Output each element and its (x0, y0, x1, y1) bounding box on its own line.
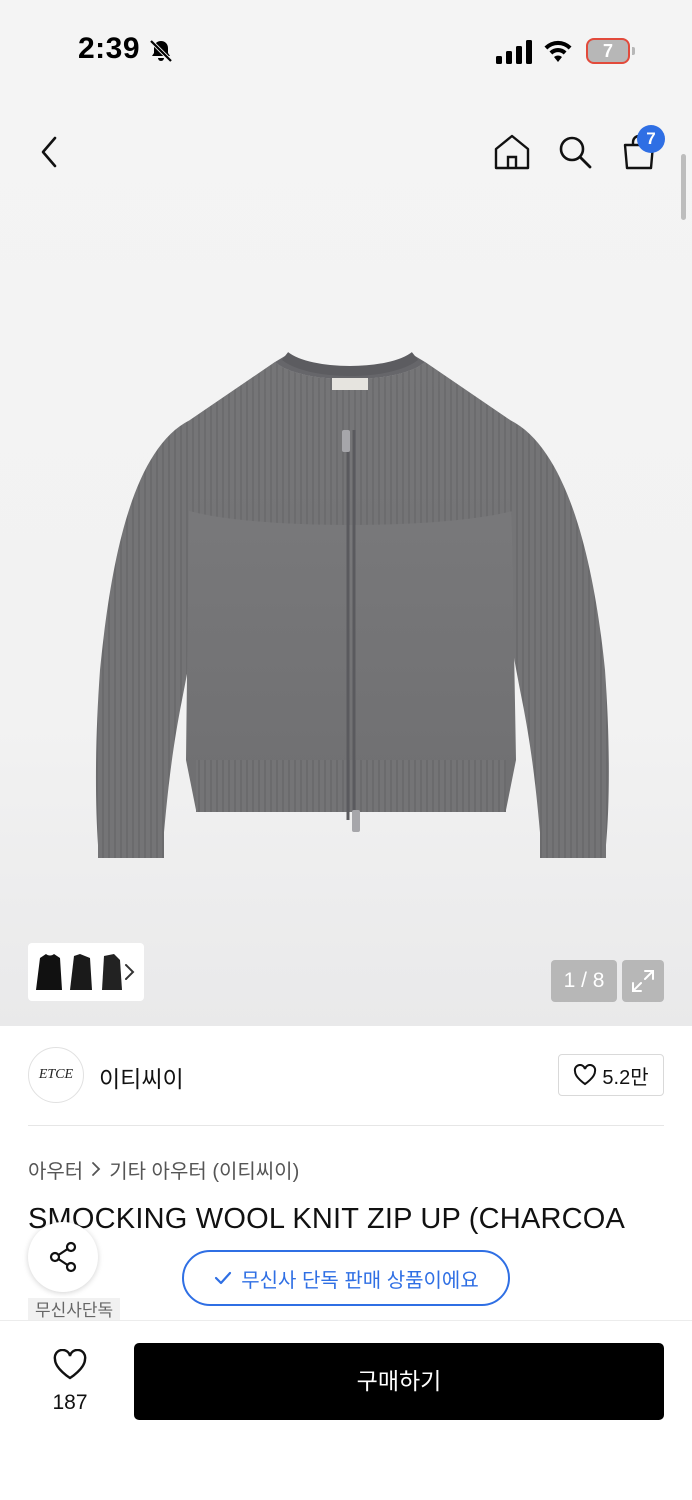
breadcrumb: 아우터 기타 아우터 (이티씨이) (28, 1155, 299, 1184)
product-image[interactable] (70, 340, 630, 880)
top-nav (0, 120, 692, 184)
bottom-action-bar: 187 구매하기 (0, 1320, 692, 1500)
brand-like-count: 5.2만 (602, 1066, 649, 1089)
brand-logo[interactable]: ETCE (28, 1047, 84, 1103)
home-button[interactable] (486, 126, 538, 178)
scroll-indicator (681, 154, 686, 220)
thumbnail-image[interactable] (66, 950, 96, 994)
expand-icon (632, 970, 654, 992)
buy-button[interactable]: 구매하기 (134, 1343, 664, 1420)
battery-icon: 7 (586, 38, 635, 64)
chevron-right-icon (92, 1162, 101, 1176)
bell-off-icon (149, 39, 173, 63)
check-icon (215, 1271, 232, 1285)
brand-name[interactable]: 이티씨이 (99, 1060, 184, 1094)
breadcrumb-item-other-outer[interactable]: 기타 아우터 (이티씨이) (109, 1155, 299, 1184)
status-time: 2:39 (78, 32, 141, 65)
fullscreen-button[interactable] (622, 960, 664, 1002)
wishlist-button[interactable]: 187 (38, 1345, 102, 1419)
brand-like-button[interactable]: 5.2만 (558, 1054, 664, 1096)
image-counter: 1 / 8 (551, 960, 617, 1002)
status-bar: 2:39 7 (0, 0, 692, 100)
chevron-right-icon[interactable] (122, 960, 138, 984)
product-gallery[interactable]: 2:39 7 7 1 / 8 (0, 0, 692, 1026)
exclusive-sale-banner: 무신사 단독 판매 상품이에요 (182, 1250, 510, 1306)
home-icon (494, 134, 530, 170)
cart-count-badge: 7 (637, 125, 665, 153)
back-button[interactable] (24, 126, 76, 178)
brand-row[interactable]: ETCE 이티씨이 5.2만 (28, 1046, 664, 1104)
cellular-signal-icon (496, 40, 532, 64)
breadcrumb-item-outer[interactable]: 아우터 (28, 1155, 83, 1184)
wifi-icon (544, 40, 572, 62)
battery-level: 7 (602, 41, 613, 61)
heart-icon (574, 1064, 597, 1086)
search-button[interactable] (549, 126, 601, 178)
share-icon (49, 1241, 77, 1273)
chevron-left-icon (41, 136, 57, 168)
thumbnail-image[interactable] (34, 950, 64, 994)
search-icon (559, 136, 592, 169)
heart-icon (53, 1349, 87, 1380)
thumbnail-strip[interactable] (28, 943, 144, 1001)
divider (28, 1125, 664, 1126)
wishlist-count: 187 (52, 1391, 88, 1414)
exclusive-sale-text: 무신사 단독 판매 상품이에요 (241, 1269, 479, 1292)
exclusive-tag: 무신사단독 (28, 1298, 121, 1322)
share-button[interactable] (28, 1222, 98, 1292)
product-title: SMOCKING WOOL KNIT ZIP UP (CHARCOA (28, 1203, 626, 1235)
